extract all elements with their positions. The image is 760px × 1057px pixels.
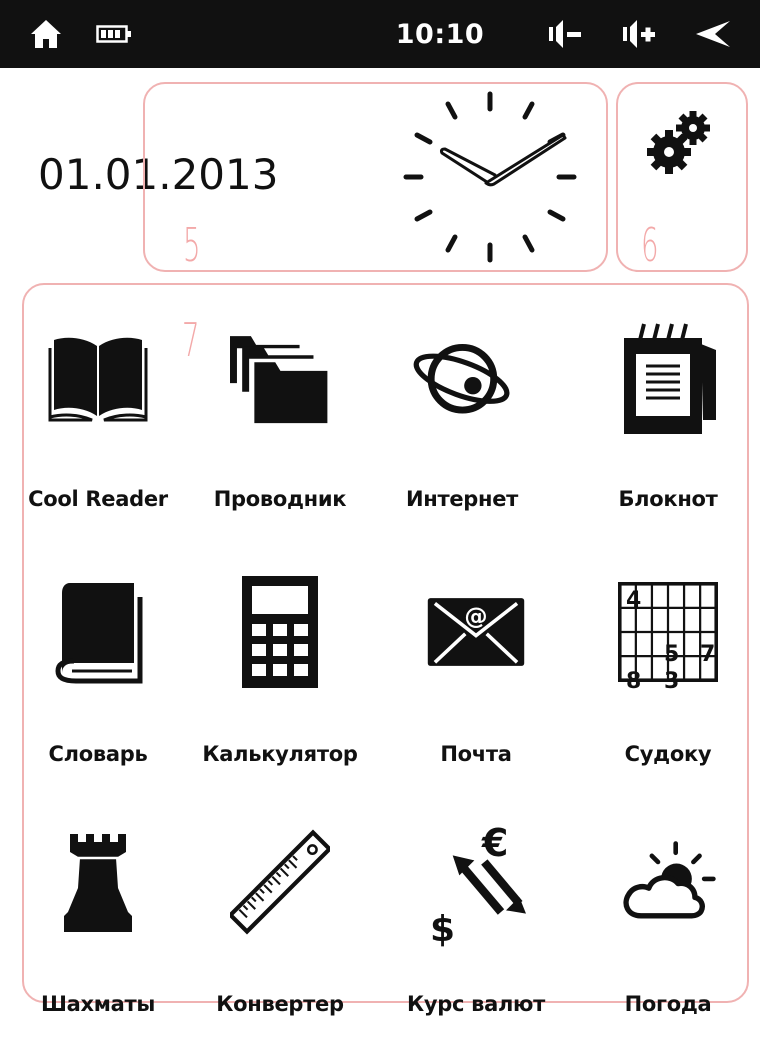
sudoku-cell: 5 bbox=[664, 642, 680, 667]
book-icon bbox=[48, 322, 148, 432]
status-bar: 10:10 bbox=[0, 0, 760, 68]
app-currency[interactable]: € $ Курс валют bbox=[386, 821, 566, 1057]
app-cool-reader[interactable]: Cool Reader bbox=[8, 322, 188, 552]
euro-symbol: € bbox=[482, 821, 509, 865]
app-dictionary[interactable]: Словарь bbox=[8, 577, 188, 807]
notepad-icon bbox=[618, 322, 718, 434]
app-label: Интернет bbox=[405, 487, 519, 511]
dollar-symbol: $ bbox=[430, 909, 456, 950]
app-weather[interactable]: Погода bbox=[578, 827, 758, 1057]
app-mail[interactable]: @ Почта bbox=[386, 577, 566, 807]
app-label: Судоку bbox=[624, 742, 712, 766]
sudoku-digits: 4 5 7 8 3 bbox=[618, 582, 730, 694]
mail-icon: @ bbox=[426, 577, 526, 687]
sudoku-cell: 7 bbox=[700, 642, 716, 667]
app-chess[interactable]: Шахматы bbox=[8, 827, 188, 1057]
app-label: Курс валют bbox=[406, 992, 546, 1016]
analog-clock-icon bbox=[403, 91, 577, 263]
battery-icon bbox=[94, 0, 134, 68]
svg-text:@: @ bbox=[464, 603, 487, 630]
clock-time: 10:10 bbox=[395, 18, 485, 50]
back-icon[interactable] bbox=[690, 0, 736, 68]
app-notepad[interactable]: Блокнот bbox=[578, 322, 758, 552]
volume-up-icon[interactable] bbox=[617, 0, 663, 68]
app-label: Cool Reader bbox=[28, 487, 168, 511]
ruler-icon bbox=[230, 827, 330, 937]
app-converter[interactable]: Конвертер bbox=[190, 827, 370, 1057]
folders-icon bbox=[230, 322, 330, 432]
app-calculator[interactable]: Калькулятор bbox=[190, 576, 370, 807]
app-label: Калькулятор bbox=[202, 742, 358, 766]
app-label: Конвертер bbox=[216, 992, 344, 1016]
zone-number-6: 6 bbox=[641, 218, 659, 272]
zone-number-5: 5 bbox=[183, 218, 201, 272]
chess-rook-icon bbox=[48, 827, 148, 937]
app-label: Словарь bbox=[48, 742, 148, 766]
weather-icon bbox=[618, 827, 718, 937]
sudoku-cell: 3 bbox=[664, 669, 680, 694]
volume-down-icon[interactable] bbox=[543, 0, 589, 68]
app-label: Блокнот bbox=[618, 487, 718, 511]
home-icon[interactable] bbox=[26, 0, 66, 68]
app-label: Шахматы bbox=[40, 992, 156, 1016]
gears-icon[interactable] bbox=[645, 108, 715, 178]
sudoku-cell: 8 bbox=[626, 669, 642, 694]
globe-orbit-icon bbox=[412, 322, 512, 432]
dictionary-icon bbox=[48, 577, 148, 687]
calculator-icon bbox=[230, 576, 330, 688]
app-explorer[interactable]: Проводник bbox=[190, 322, 370, 552]
sudoku-cell: 4 bbox=[626, 588, 642, 613]
app-internet[interactable]: Интернет bbox=[372, 322, 552, 552]
app-label: Проводник bbox=[213, 487, 347, 511]
app-label: Почта bbox=[440, 742, 512, 766]
app-label: Погода bbox=[624, 992, 712, 1016]
